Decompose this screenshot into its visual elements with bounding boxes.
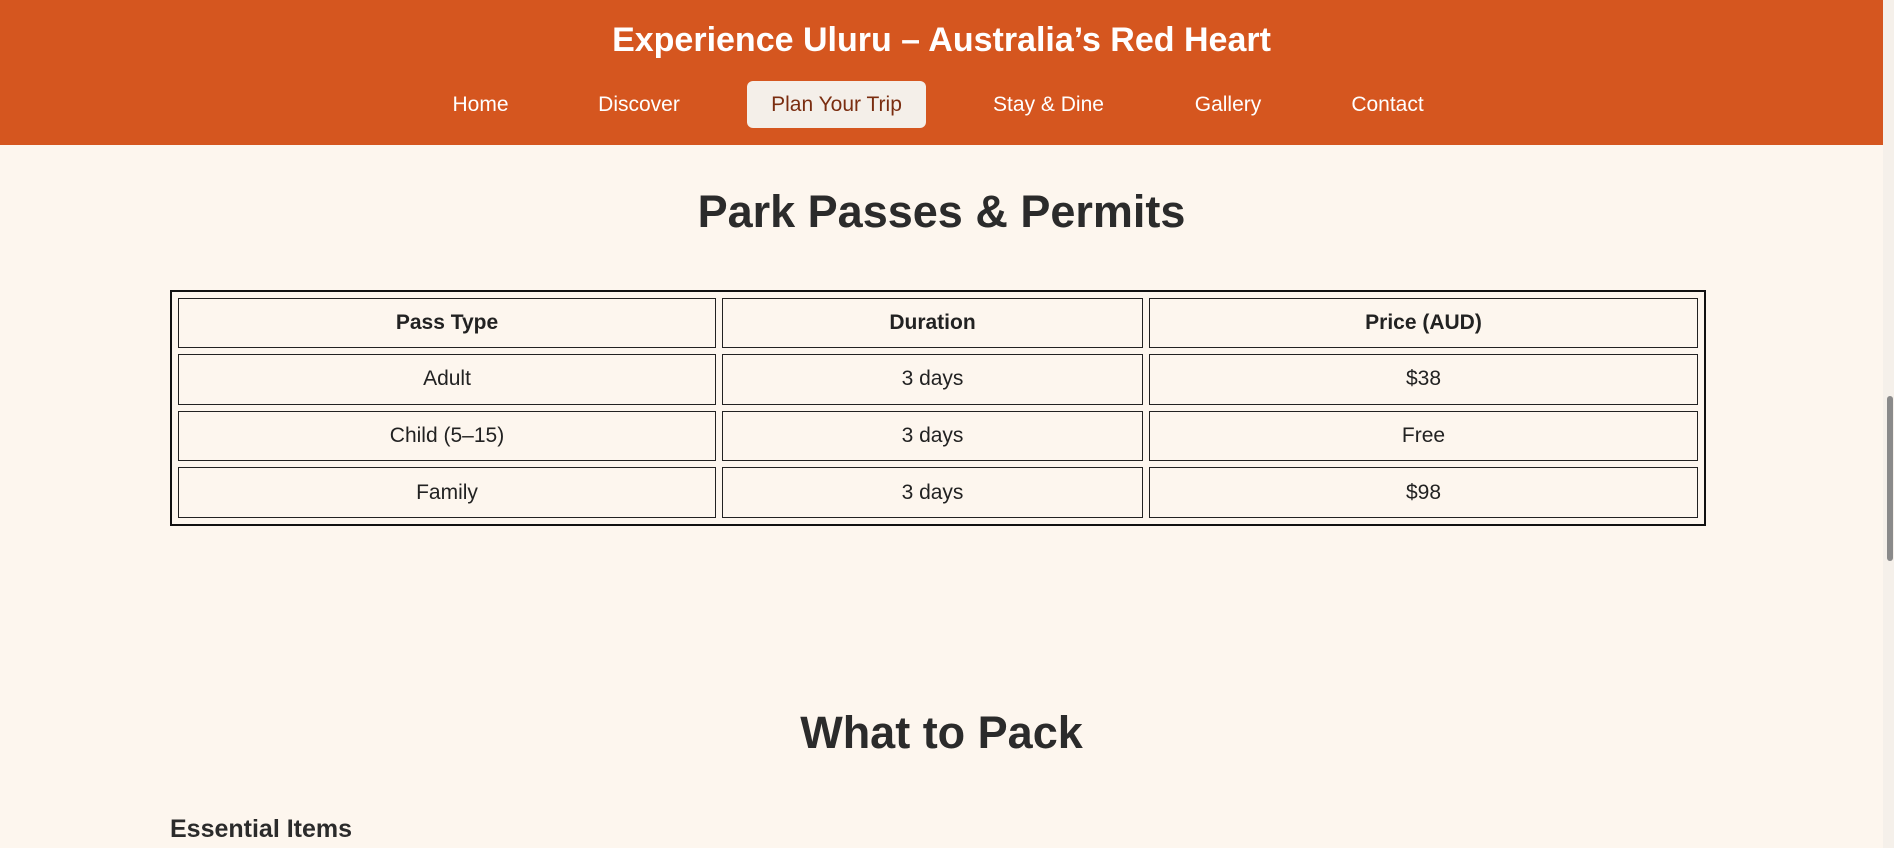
cell-pass-type: Adult [178,354,716,405]
site-header: Experience Uluru – Australia’s Red Heart… [0,0,1883,145]
page: Experience Uluru – Australia’s Red Heart… [0,0,1894,848]
table-row: Adult 3 days $38 [178,354,1698,405]
cell-pass-type: Family [178,467,716,518]
table-row: Family 3 days $98 [178,467,1698,518]
nav-stay-dine[interactable]: Stay & Dine [976,81,1121,128]
cell-duration: 3 days [722,354,1143,405]
passes-heading: Park Passes & Permits [697,186,1186,237]
cell-price: $38 [1149,354,1698,405]
packing-heading: What to Pack [800,707,1083,758]
essential-items-heading: Essential Items [170,815,353,843]
site-title: Experience Uluru – Australia’s Red Heart [612,21,1271,59]
nav-contact[interactable]: Contact [1336,81,1439,128]
main-nav: Home Discover Plan Your Trip Stay & Dine… [0,81,1883,128]
nav-plan-your-trip[interactable]: Plan Your Trip [747,81,926,128]
column-header-pass-type: Pass Type [178,298,716,348]
scrollbar-thumb[interactable] [1887,396,1893,561]
passes-table: Pass Type Duration Price (AUD) Adult 3 d… [170,290,1706,526]
column-header-price: Price (AUD) [1149,298,1698,348]
nav-discover[interactable]: Discover [584,81,694,128]
column-header-duration: Duration [722,298,1143,348]
cell-pass-type: Child (5–15) [178,410,716,462]
table-header-row: Pass Type Duration Price (AUD) [178,298,1698,348]
cell-price: Free [1149,410,1698,462]
nav-gallery[interactable]: Gallery [1180,81,1276,128]
nav-home[interactable]: Home [436,81,525,128]
cell-duration: 3 days [722,467,1143,518]
table-row: Child (5–15) 3 days Free [178,410,1698,462]
cell-duration: 3 days [722,410,1143,462]
cell-price: $98 [1149,467,1698,518]
